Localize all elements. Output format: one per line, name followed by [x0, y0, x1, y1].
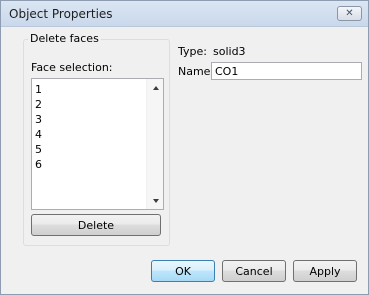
name-label: Name:: [178, 65, 215, 78]
type-label: Type:: [178, 45, 207, 58]
scroll-up-button[interactable]: [147, 79, 164, 96]
delete-button[interactable]: Delete: [31, 214, 161, 236]
face-list-items: 1 2 3 4 5 6: [34, 82, 146, 172]
list-item[interactable]: 6: [34, 157, 146, 172]
face-selection-label: Face selection:: [31, 61, 113, 74]
close-icon: ✕: [345, 7, 354, 19]
list-item[interactable]: 5: [34, 142, 146, 157]
dialog-body: Delete faces Face selection: 1 2 3 4 5 6…: [1, 28, 368, 294]
type-value: solid3: [213, 45, 246, 58]
apply-button[interactable]: Apply: [293, 260, 357, 282]
arrow-up-icon: [152, 85, 159, 90]
delete-faces-group-title: Delete faces: [28, 32, 101, 45]
close-button[interactable]: ✕: [337, 6, 362, 21]
cancel-button[interactable]: Cancel: [222, 260, 286, 282]
ok-button[interactable]: OK: [151, 260, 215, 282]
list-item[interactable]: 4: [34, 127, 146, 142]
name-input[interactable]: [211, 62, 362, 80]
list-item[interactable]: 1: [34, 82, 146, 97]
title-bar: Object Properties ✕: [1, 1, 368, 27]
dialog-title: Object Properties: [9, 7, 113, 21]
face-selection-list[interactable]: 1 2 3 4 5 6: [31, 78, 164, 210]
list-item[interactable]: 2: [34, 97, 146, 112]
list-item[interactable]: 3: [34, 112, 146, 127]
scroll-down-button[interactable]: [147, 192, 164, 209]
arrow-down-icon: [152, 198, 159, 203]
list-scrollbar[interactable]: [146, 79, 163, 209]
object-properties-dialog: Object Properties ✕ Delete faces Face se…: [0, 0, 369, 295]
